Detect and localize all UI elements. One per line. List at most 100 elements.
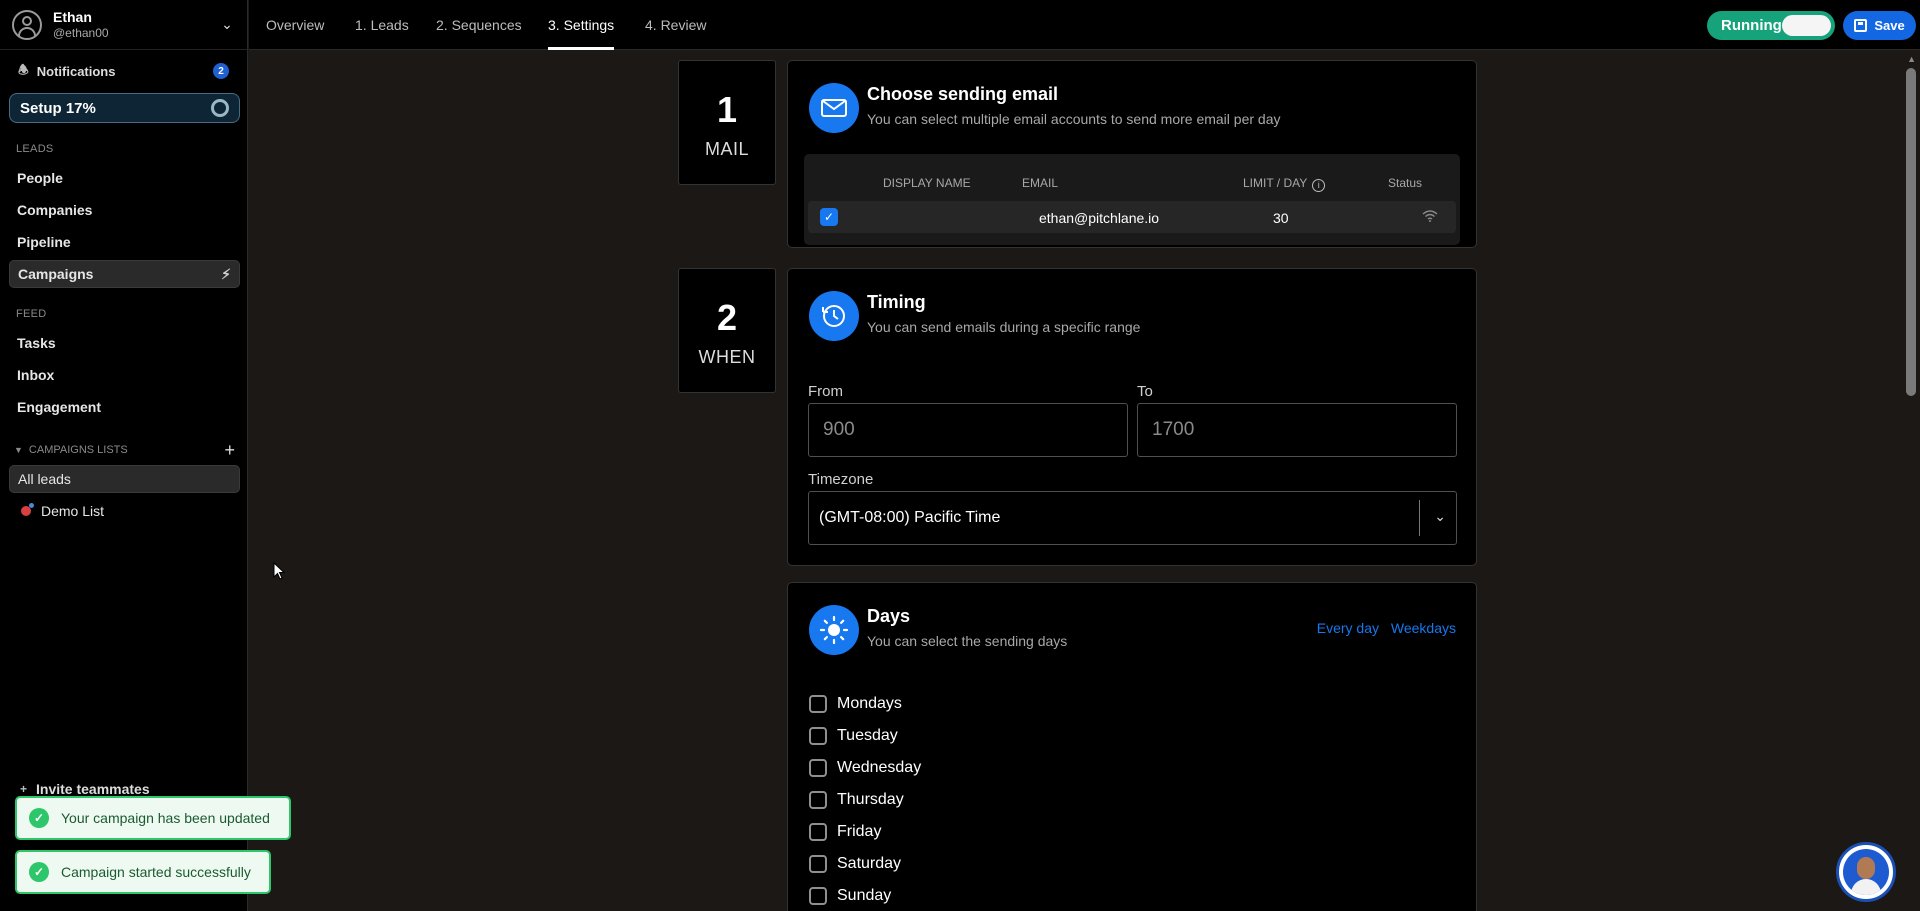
every-day-link[interactable]: Every day <box>1317 620 1379 636</box>
running-toggle[interactable]: Running <box>1707 11 1835 40</box>
support-chat-button[interactable] <box>1836 842 1896 902</box>
day-option-tuesday[interactable]: Tuesday <box>809 724 898 748</box>
save-button[interactable]: Save <box>1843 11 1916 40</box>
card-subtitle: You can send emails during a specific ra… <box>867 319 1141 335</box>
day-checkbox[interactable] <box>809 695 827 713</box>
save-icon <box>1854 19 1868 32</box>
sidebar-item-engagement[interactable]: Engagement <box>9 393 240 421</box>
sidebar-item-inbox[interactable]: Inbox <box>9 361 240 389</box>
day-option-friday[interactable]: Friday <box>809 820 881 844</box>
card-subtitle: You can select the sending days <box>867 633 1068 649</box>
user-menu[interactable]: Ethan @ethan00 ⌄ <box>0 0 247 50</box>
timing-card: Timing You can send emails during a spec… <box>787 268 1477 566</box>
sun-icon <box>809 605 859 655</box>
to-label: To <box>1137 383 1153 400</box>
step-when: 2 WHEN <box>678 268 776 393</box>
scroll-up-arrow-icon[interactable]: ▲ <box>1907 54 1916 64</box>
tab-sequences[interactable]: 2. Sequences <box>436 0 522 50</box>
timezone-select[interactable]: (GMT-08:00) Pacific Time ⌄ <box>808 491 1457 545</box>
scrollbar-thumb[interactable] <box>1906 68 1916 396</box>
tab-overview[interactable]: Overview <box>266 0 324 50</box>
toggle-switch[interactable] <box>1781 15 1831 36</box>
mail-card: Choose sending email You can select mult… <box>787 60 1477 248</box>
sidebar-item-companies[interactable]: Companies <box>9 196 240 224</box>
add-list-icon[interactable]: + <box>224 440 235 461</box>
user-handle: @ethan00 <box>53 25 109 40</box>
step-word: WHEN <box>698 347 756 367</box>
day-checkbox[interactable] <box>809 855 827 873</box>
support-avatar <box>1843 849 1889 895</box>
column-limit: LIMIT / DAY i <box>1243 176 1326 192</box>
from-input[interactable]: 900 <box>808 403 1128 457</box>
notifications-item[interactable]: 🕭 Notifications 2 <box>18 60 229 82</box>
tab-settings[interactable]: 3. Settings <box>548 0 615 50</box>
day-option-wednesday[interactable]: Wednesday <box>809 756 921 780</box>
mail-icon <box>809 83 859 133</box>
day-checkbox[interactable] <box>809 791 827 809</box>
column-email: EMAIL <box>1022 176 1059 190</box>
mouse-cursor-icon <box>273 562 285 580</box>
sidebar: Ethan @ethan00 ⌄ 🕭 Notifications 2 Setup… <box>0 0 248 911</box>
day-checkbox[interactable] <box>809 727 827 745</box>
day-option-sunday[interactable]: Sunday <box>809 884 891 908</box>
day-option-monday[interactable]: Mondays <box>809 692 902 716</box>
day-option-saturday[interactable]: Saturday <box>809 852 901 876</box>
progress-ring-icon <box>211 99 229 117</box>
running-label: Running <box>1721 17 1782 34</box>
to-input[interactable]: 1700 <box>1137 403 1457 457</box>
setup-progress-button[interactable]: Setup 17% <box>9 93 240 123</box>
card-title: Days <box>867 606 911 626</box>
campaign-lists-label: CAMPAIGNS LISTS <box>28 444 128 456</box>
tab-review[interactable]: 4. Review <box>645 0 706 50</box>
sidebar-item-people[interactable]: People <box>9 164 240 192</box>
column-display-name: DISPLAY NAME <box>883 176 971 190</box>
from-label: From <box>808 383 843 400</box>
days-card: Days You can select the sending days Eve… <box>787 582 1477 911</box>
wifi-status-icon <box>1422 209 1438 225</box>
bolt-icon: ⚡︎ <box>221 265 231 282</box>
top-bar: Overview 1. Leads 2. Sequences 3. Settin… <box>249 0 1920 50</box>
setup-label: Setup 17% <box>20 99 96 117</box>
card-subtitle: You can select multiple email accounts t… <box>867 111 1281 127</box>
clock-icon <box>809 291 859 341</box>
sidebar-item-tasks[interactable]: Tasks <box>9 329 240 357</box>
check-circle-icon: ✓ <box>29 808 49 828</box>
day-option-thursday[interactable]: Thursday <box>809 788 904 812</box>
timezone-label: Timezone <box>808 471 874 488</box>
list-item-demo-list[interactable]: Demo List <box>9 497 240 525</box>
chevron-down-icon[interactable]: ▼ <box>14 445 23 455</box>
row-checkbox[interactable]: ✓ <box>820 208 838 226</box>
step-mail: 1 MAIL <box>678 60 776 185</box>
day-checkbox[interactable] <box>809 823 827 841</box>
step-number: 2 <box>716 297 738 338</box>
column-status: Status <box>1388 176 1423 190</box>
weekdays-link[interactable]: Weekdays <box>1391 620 1456 636</box>
info-icon[interactable]: i <box>1312 179 1326 192</box>
step-number: 1 <box>716 89 738 130</box>
step-word: MAIL <box>704 139 749 159</box>
select-separator <box>1419 500 1420 536</box>
sidebar-item-pipeline[interactable]: Pipeline <box>9 228 240 256</box>
list-item-all-leads[interactable]: All leads <box>9 465 240 493</box>
list-emoji-icon <box>21 503 34 516</box>
table-row[interactable]: ✓ ethan@pitchlane.io 30 <box>808 201 1456 233</box>
day-presets: Every day Weekdays <box>1309 620 1456 636</box>
user-avatar-icon <box>12 9 42 40</box>
chevron-down-icon[interactable]: ⌄ <box>219 16 235 33</box>
card-title: Choose sending email <box>867 84 1059 104</box>
bell-icon: 🕭 <box>18 62 29 77</box>
add-user-icon: + <box>20 782 28 796</box>
invite-teammates-button[interactable]: + Invite teammates <box>20 781 150 797</box>
notifications-badge: 2 <box>213 63 229 79</box>
chevron-down-icon[interactable]: ⌄ <box>1434 508 1446 525</box>
toast-campaign-started[interactable]: ✓ Campaign started successfully <box>15 850 271 894</box>
day-checkbox[interactable] <box>809 887 827 905</box>
tab-leads[interactable]: 1. Leads <box>355 0 409 50</box>
row-email: ethan@pitchlane.io <box>1039 210 1160 226</box>
day-checkbox[interactable] <box>809 759 827 777</box>
sidebar-item-campaigns[interactable]: Campaigns ⚡︎ <box>9 260 240 288</box>
row-limit: 30 <box>1273 210 1289 226</box>
toast-campaign-updated[interactable]: ✓ Your campaign has been updated <box>15 796 291 840</box>
campaign-lists-header[interactable]: ▼ CAMPAIGNS LISTS + <box>14 440 235 460</box>
card-title: Timing <box>867 292 926 312</box>
